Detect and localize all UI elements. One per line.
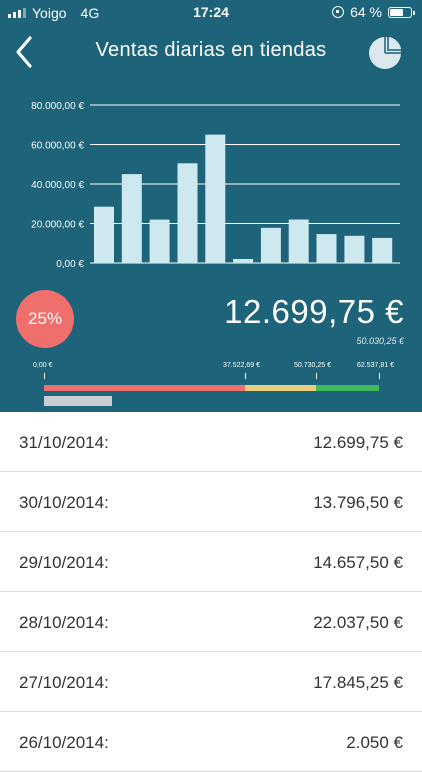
chart-bar[interactable] bbox=[205, 134, 226, 263]
scale-segment-yellow bbox=[245, 385, 316, 391]
scale-label-3: 62.537,81 € bbox=[357, 362, 394, 369]
percent-badge: 25% bbox=[16, 290, 74, 348]
daily-sales-chart: 80.000,00 € 60.000,00 € 40.000,00 € 20.000,… bbox=[31, 101, 400, 270]
y-tick-label: 60.000,00 € bbox=[31, 141, 84, 152]
status-bar: Yoigo 4G 17:24 64 % bbox=[0, 0, 422, 24]
target-scale: 0,00 € 37.522,69 € 50.730,25 € 62.537,81… bbox=[0, 358, 422, 412]
y-tick-label: 0,00 € bbox=[56, 259, 84, 270]
chart-bar[interactable] bbox=[121, 174, 142, 263]
row-amount: 2.050 € bbox=[346, 733, 403, 752]
daily-sales-list: 31/10/2014: 12.699,75 € 30/10/2014: 13.7… bbox=[0, 412, 422, 772]
row-amount: 17.845,25 € bbox=[313, 673, 403, 692]
nav-bar: Ventas diarias en tiendas bbox=[0, 24, 422, 80]
chart-bar[interactable] bbox=[177, 163, 198, 263]
chart-bar[interactable] bbox=[94, 206, 114, 263]
row-amount: 12.699,75 € bbox=[313, 433, 403, 452]
y-tick-label: 20.000,00 € bbox=[31, 220, 84, 231]
header-panel: Yoigo 4G 17:24 64 % Ventas diarias en ti… bbox=[0, 0, 422, 412]
battery-icon bbox=[388, 6, 415, 18]
row-amount: 22.037,50 € bbox=[313, 613, 403, 632]
row-date: 28/10/2014: bbox=[19, 613, 109, 632]
list-item[interactable]: 28/10/2014: 22.037,50 € bbox=[0, 592, 422, 652]
battery-percent: 64 % bbox=[350, 4, 382, 20]
row-date: 27/10/2014: bbox=[19, 673, 109, 692]
scale-tick bbox=[379, 373, 380, 379]
progress-bar bbox=[44, 396, 112, 406]
page-title: Ventas diarias en tiendas bbox=[95, 39, 327, 61]
list-item[interactable]: 27/10/2014: 17.845,25 € bbox=[0, 652, 422, 712]
list-item[interactable]: 26/10/2014: 2.050 € bbox=[0, 712, 422, 772]
row-date: 29/10/2014: bbox=[19, 553, 109, 572]
scale-label-1: 37.522,69 € bbox=[223, 362, 260, 369]
chart-bar[interactable] bbox=[344, 235, 365, 263]
y-tick-label: 40.000,00 € bbox=[31, 180, 84, 191]
y-tick-label: 80.000,00 € bbox=[31, 101, 84, 112]
pie-chart-button[interactable] bbox=[366, 32, 406, 72]
list-item[interactable]: 30/10/2014: 13.796,50 € bbox=[0, 472, 422, 532]
orientation-lock-icon bbox=[332, 6, 345, 18]
scale-segment-red bbox=[44, 385, 245, 391]
chart-bar[interactable] bbox=[260, 227, 281, 263]
chart-bar[interactable] bbox=[233, 259, 254, 263]
list-item[interactable]: 31/10/2014: 12.699,75 € bbox=[0, 412, 422, 472]
chart-bar[interactable] bbox=[316, 234, 337, 263]
target-amount: 50.030,25 € bbox=[356, 336, 404, 346]
row-amount: 14.657,50 € bbox=[313, 553, 403, 572]
scale-label-0: 0,00 € bbox=[33, 362, 53, 369]
scale-label-2: 50.730,25 € bbox=[294, 362, 331, 369]
scale-tick bbox=[316, 373, 317, 379]
scale-segment-green bbox=[316, 385, 379, 391]
current-amount: 12.699,75 € bbox=[224, 293, 404, 330]
scale-tick bbox=[44, 373, 45, 379]
pie-chart-icon bbox=[369, 35, 403, 69]
row-date: 30/10/2014: bbox=[19, 493, 109, 512]
list-item[interactable]: 29/10/2014: 14.657,50 € bbox=[0, 532, 422, 592]
row-amount: 13.796,50 € bbox=[313, 493, 403, 512]
scale-tick bbox=[245, 373, 246, 379]
row-date: 26/10/2014: bbox=[19, 733, 109, 752]
chart-bar[interactable] bbox=[372, 237, 393, 263]
chart-bar[interactable] bbox=[288, 219, 309, 264]
row-date: 31/10/2014: bbox=[19, 433, 109, 452]
chart-bar[interactable] bbox=[149, 219, 170, 264]
